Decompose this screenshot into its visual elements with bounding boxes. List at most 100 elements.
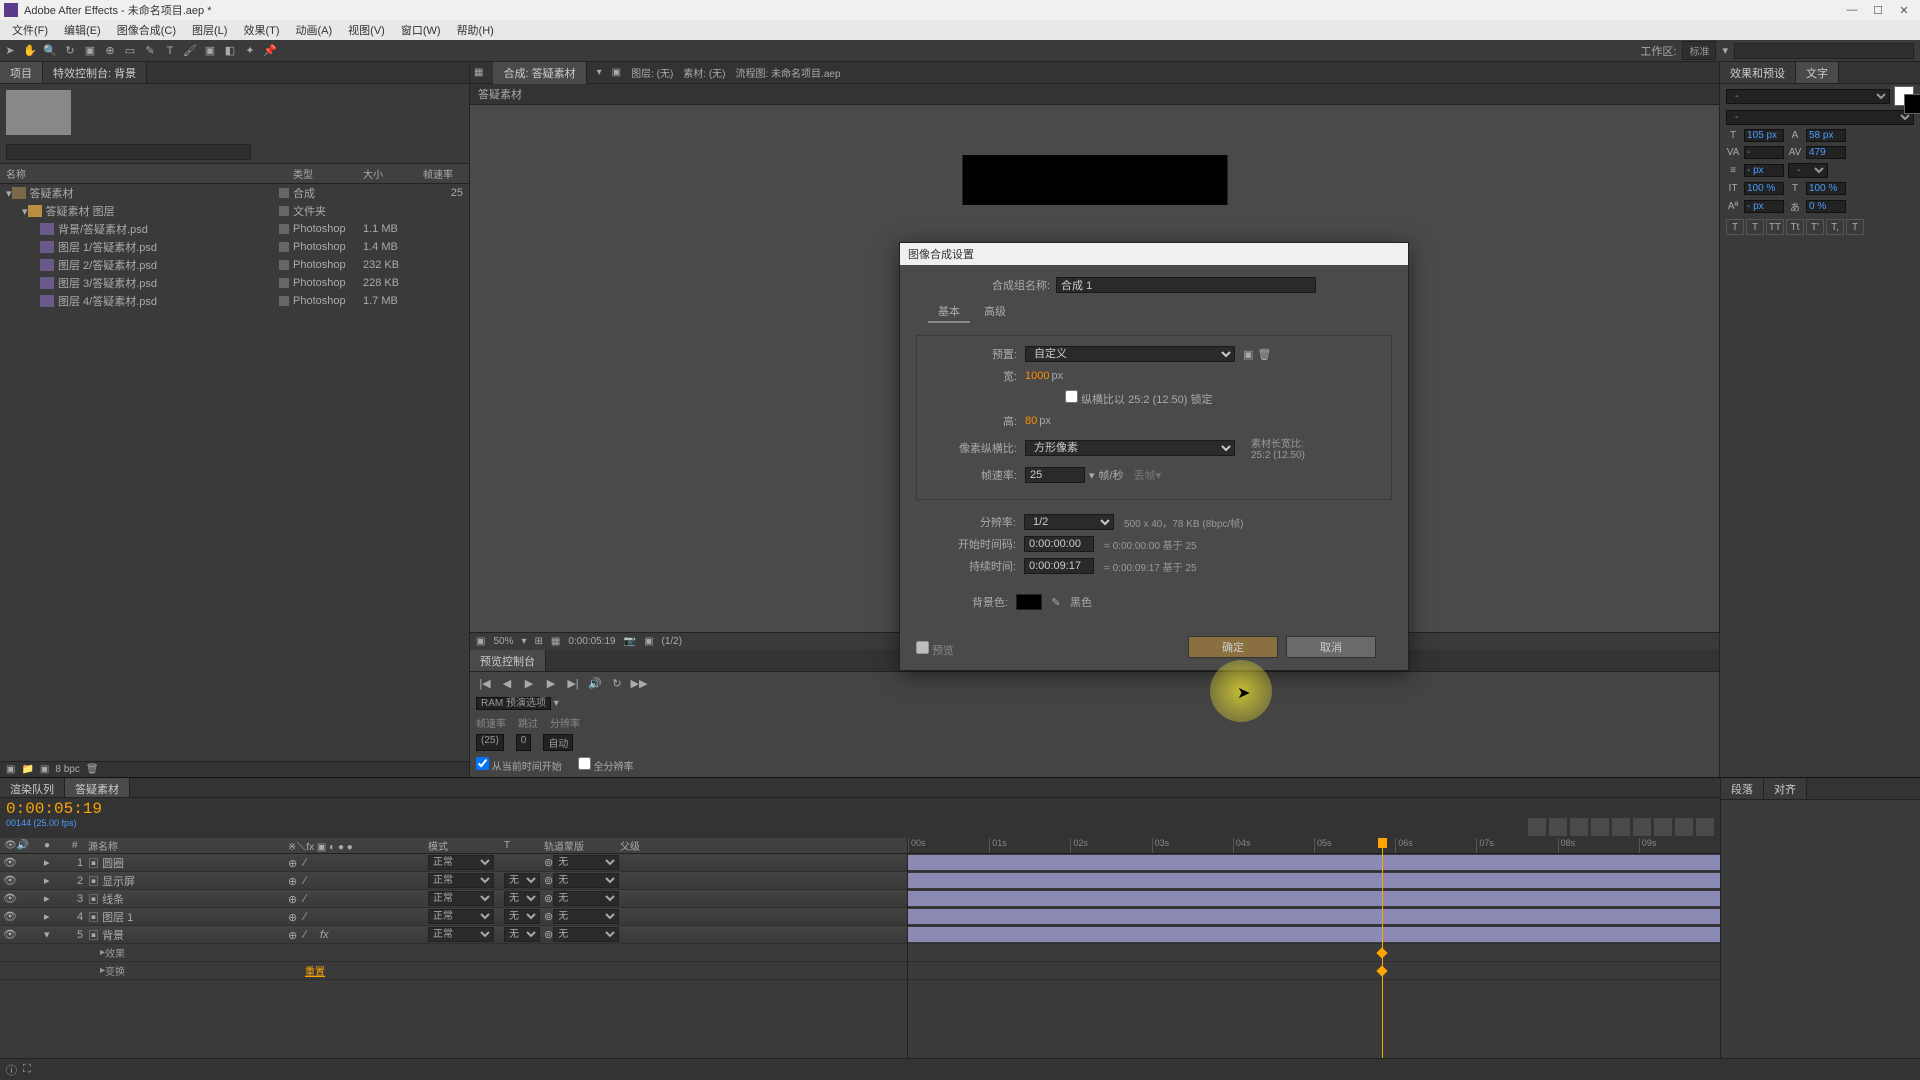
anchor-tool-icon[interactable]: ⊕ xyxy=(100,41,120,61)
visibility-icon[interactable]: 👁 xyxy=(4,893,16,905)
parent-select[interactable]: 无 xyxy=(553,873,619,888)
layer-clip[interactable] xyxy=(908,927,1720,942)
visibility-icon[interactable]: 👁 xyxy=(4,857,16,869)
menu-file[interactable]: 文件(F) xyxy=(4,22,56,38)
layer-clip[interactable] xyxy=(908,891,1720,906)
frame-blend-icon[interactable] xyxy=(1612,818,1630,836)
stroke-input[interactable]: - px xyxy=(1744,164,1784,177)
leading-input[interactable]: 58 px xyxy=(1806,129,1846,142)
label-swatch[interactable] xyxy=(279,296,289,306)
puppet-tool-icon[interactable]: 📌 xyxy=(260,41,280,61)
project-item[interactable]: 图层 3/答疑素材.psd Photoshop 228 KB xyxy=(0,274,469,292)
res-select[interactable]: 1/2 xyxy=(1024,514,1114,530)
next-frame-icon[interactable]: ▶ xyxy=(542,676,560,690)
tracking-input[interactable]: 479 xyxy=(1806,146,1846,159)
menu-window[interactable]: 窗口(W) xyxy=(393,22,449,38)
ok-button[interactable]: 确定 xyxy=(1188,636,1278,658)
trkmat-select[interactable]: 无 xyxy=(504,873,540,888)
layer-row[interactable]: 👁 ▾ 5 ▣ 背景 ⊕∕fx 正常 无 ⊚无 xyxy=(0,926,907,944)
layer-row[interactable]: 👁 ▸ 2 ▣ 显示屏 ⊕∕ 正常 无 ⊚无 xyxy=(0,872,907,890)
blend-mode-select[interactable]: 正常 xyxy=(428,927,494,942)
col-parent[interactable]: 父级 xyxy=(620,838,690,853)
delete-preset-icon[interactable]: 🗑 xyxy=(1257,348,1271,361)
brush-tool-icon[interactable]: 🖌 xyxy=(180,41,200,61)
parent-select[interactable]: 无 xyxy=(553,909,619,924)
tab-preview[interactable]: 预览控制台 xyxy=(470,650,546,671)
graph-icon[interactable] xyxy=(1675,818,1693,836)
label-swatch[interactable] xyxy=(279,188,289,198)
bpc-toggle[interactable]: 8 bpc xyxy=(55,764,79,775)
tab-render-queue[interactable]: 渲染队列 xyxy=(0,778,65,797)
col-trkmat[interactable]: 轨道蒙版 xyxy=(544,838,620,853)
time-display[interactable]: 0:00:05:19 xyxy=(568,636,615,647)
menu-help[interactable]: 帮助(H) xyxy=(449,22,502,38)
baseline-input[interactable]: - px xyxy=(1744,200,1784,213)
menu-animation[interactable]: 动画(A) xyxy=(288,22,341,38)
reset-link[interactable]: 重置 xyxy=(305,963,325,978)
timeline-tracks[interactable]: 00s 01s 02s 03s 04s 05s 06s 07s 08s 09s xyxy=(908,838,1720,1080)
timecode[interactable]: 0:00:05:19 xyxy=(6,800,114,818)
selection-tool-icon[interactable]: ➤ xyxy=(0,41,20,61)
res-dropdown[interactable]: (1/2) xyxy=(662,636,683,647)
play-icon[interactable]: ▶ xyxy=(520,676,538,690)
text-color-swatches[interactable] xyxy=(1894,86,1914,106)
tab-paragraph[interactable]: 段落 xyxy=(1721,778,1764,799)
tab-effect-controls[interactable]: 特效控制台: 背景 xyxy=(43,62,147,83)
label-swatch[interactable] xyxy=(279,206,289,216)
trkmat-select[interactable]: 无 xyxy=(504,927,540,942)
menu-composition[interactable]: 图像合成(C) xyxy=(109,22,184,38)
save-preset-icon[interactable]: ▣ xyxy=(1243,348,1253,361)
interpret-icon[interactable]: ▣ xyxy=(6,764,15,775)
visibility-icon[interactable]: 👁 xyxy=(4,875,16,887)
trash-icon[interactable]: 🗑 xyxy=(86,764,99,775)
pickwhip-icon[interactable]: ⊚ xyxy=(544,892,553,905)
bg-color-swatch[interactable] xyxy=(1016,594,1042,610)
hscale-input[interactable]: 100 % xyxy=(1806,182,1846,195)
par-select[interactable]: 方形像素 xyxy=(1025,440,1235,456)
layer-row[interactable]: 👁 ▸ 4 ▣ 图层 1 ⊕∕ 正常 无 ⊚无 xyxy=(0,908,907,926)
label-swatch[interactable] xyxy=(279,260,289,270)
minimize-button[interactable]: — xyxy=(1840,2,1864,18)
eraser-tool-icon[interactable]: ◧ xyxy=(220,41,240,61)
last-frame-icon[interactable]: ▶| xyxy=(564,676,582,690)
tab-basic[interactable]: 基本 xyxy=(928,301,970,323)
parent-select[interactable]: 无 xyxy=(553,891,619,906)
triangle-icon[interactable]: ▣ xyxy=(476,636,485,647)
resolution-select[interactable]: 自动 xyxy=(543,734,573,751)
pickwhip-icon[interactable]: ⊚ xyxy=(544,928,553,941)
layer-clip[interactable] xyxy=(908,909,1720,924)
ram-preview-icon[interactable]: ▶▶ xyxy=(630,676,648,690)
first-frame-icon[interactable]: |◀ xyxy=(476,676,494,690)
tab-layer[interactable]: 图层: (无) xyxy=(631,65,673,80)
channel-icon[interactable]: ▣ xyxy=(644,636,653,647)
audio-icon[interactable]: 🔊 xyxy=(586,676,604,690)
comp-flowchart-icon[interactable] xyxy=(1549,818,1567,836)
ram-dropdown[interactable]: RAM 预演选项 xyxy=(476,697,551,710)
tab-advanced[interactable]: 高级 xyxy=(974,301,1016,323)
auto-keyframe-icon[interactable] xyxy=(1696,818,1714,836)
blend-mode-select[interactable]: 正常 xyxy=(428,891,494,906)
project-item[interactable]: 图层 2/答疑素材.psd Photoshop 232 KB xyxy=(0,256,469,274)
parent-select[interactable]: 无 xyxy=(553,927,619,942)
pickwhip-icon[interactable]: ⊚ xyxy=(544,910,553,923)
vscale-input[interactable]: 100 % xyxy=(1744,182,1784,195)
height-input[interactable]: 80 xyxy=(1025,415,1037,427)
chk-from-current[interactable]: 从当前时间开始 xyxy=(476,757,562,773)
project-item[interactable]: ▾ 答疑素材 合成 25 xyxy=(0,184,469,202)
layer-property-transform[interactable]: ▸ 变换 重置 xyxy=(0,962,907,980)
layer-clip[interactable] xyxy=(908,855,1720,870)
zoom-dropdown[interactable]: 50% xyxy=(493,636,513,647)
layer-clip[interactable] xyxy=(908,873,1720,888)
tab-project[interactable]: 项目 xyxy=(0,62,43,83)
workspace-dropdown[interactable]: 标准 xyxy=(1682,41,1716,60)
tab-footage[interactable]: 素材: (无) xyxy=(683,65,725,80)
dropdown-icon[interactable]: ▾ xyxy=(597,67,602,78)
all-caps-button[interactable]: TT xyxy=(1766,219,1784,235)
pen-tool-icon[interactable]: ✎ xyxy=(140,41,160,61)
tsume-input[interactable]: 0 % xyxy=(1806,200,1846,213)
layer-row[interactable]: 👁 ▸ 3 ▣ 线条 ⊕∕ 正常 无 ⊚无 xyxy=(0,890,907,908)
blend-mode-select[interactable]: 正常 xyxy=(428,873,494,888)
camera-tool-icon[interactable]: ▣ xyxy=(80,41,100,61)
draft3d-icon[interactable] xyxy=(1570,818,1588,836)
fps-input[interactable] xyxy=(1025,467,1085,483)
